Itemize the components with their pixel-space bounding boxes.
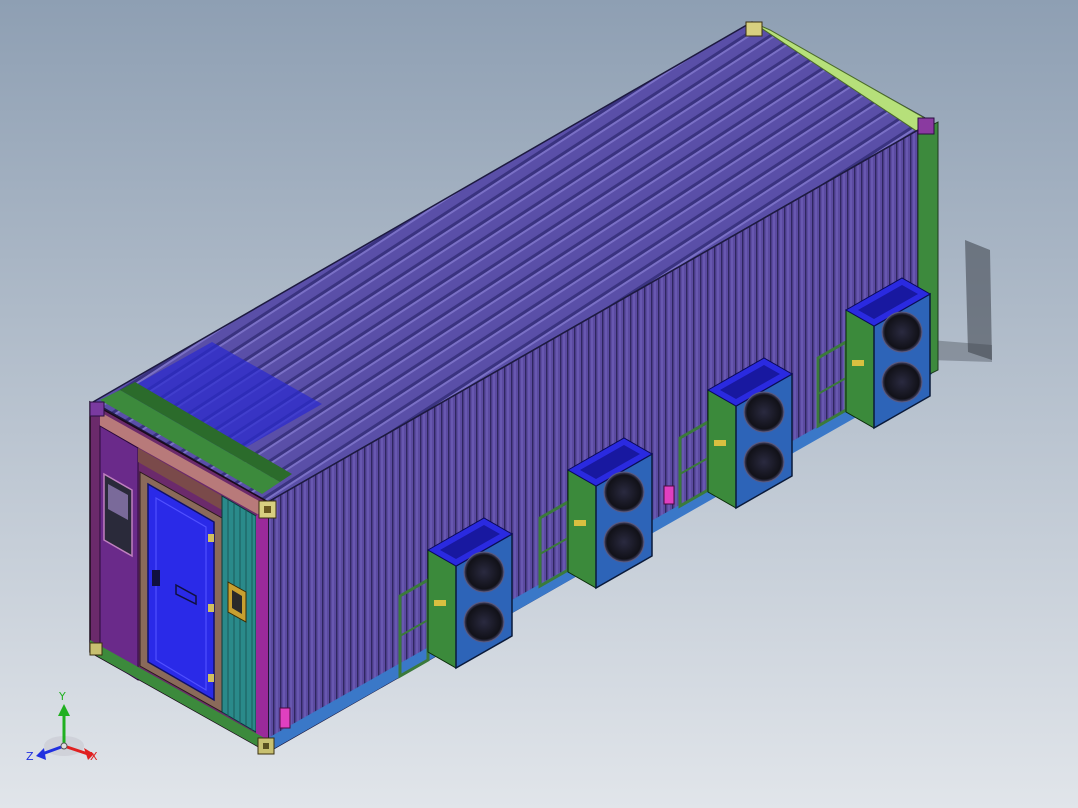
entry-door [147,482,215,702]
corner-casting-front-top-left [89,401,105,417]
triad-z-label: Z [26,750,34,763]
side-socket [279,707,291,729]
container-model[interactable] [0,0,1078,808]
cad-viewport[interactable]: Y X Z [0,0,1078,808]
triad-y-label: Y [59,690,66,703]
door-handle [152,570,160,586]
model-shadow [965,240,992,360]
corner-casting-back-top [745,21,763,37]
orientation-triad[interactable]: Y X Z [22,690,112,780]
triad-x-label: X [90,750,98,763]
